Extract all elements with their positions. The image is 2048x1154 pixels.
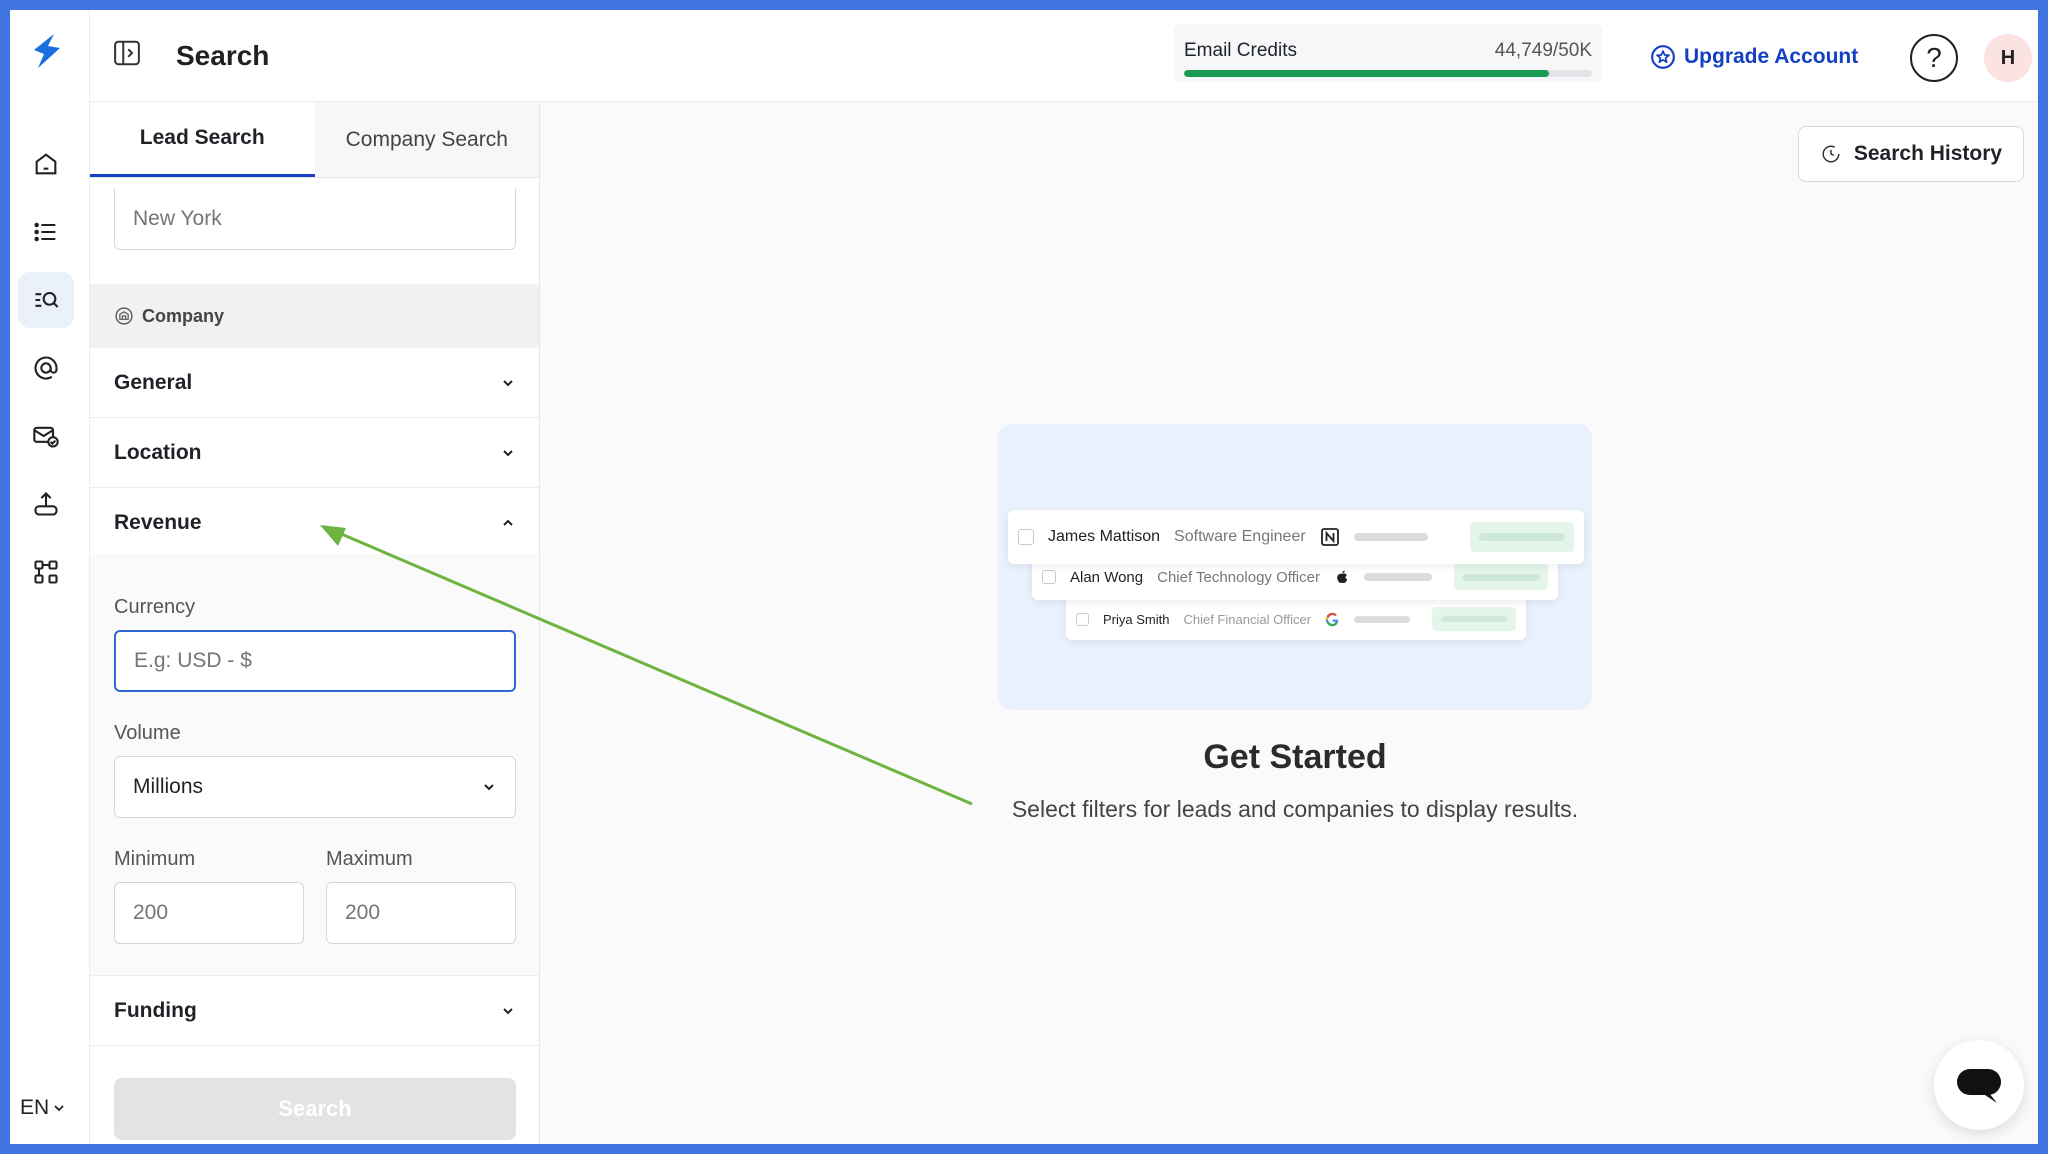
upload-icon[interactable] [18, 476, 74, 532]
section-funding[interactable]: Funding [90, 976, 539, 1046]
checkbox-icon [1076, 612, 1089, 626]
chat-bubble-icon [1957, 1069, 2001, 1103]
preview-name: Alan Wong [1070, 568, 1144, 586]
currency-label: Currency [114, 596, 196, 618]
search-history-label: Search History [1853, 142, 2003, 165]
mail-check-icon[interactable] [18, 408, 74, 464]
help-icon: ? [1926, 42, 1942, 73]
filter-panel: Lead Search Company Search Company Gener… [90, 102, 540, 1144]
help-button[interactable]: ? [1910, 34, 1958, 82]
search-tabs: Lead Search Company Search [90, 102, 539, 178]
preview-role: Chief Financial Officer [1183, 611, 1312, 627]
top-header: Search Email Credits 44,749/50K Upgrade … [90, 10, 2038, 102]
language-label: EN [20, 1096, 50, 1119]
upgrade-account-label: Upgrade Account [1684, 45, 1859, 68]
chevron-up-icon [503, 519, 513, 526]
preview-name: James Mattison [1048, 528, 1161, 545]
preview-role: Chief Technology Officer [1157, 568, 1320, 586]
preview-placeholder-pill [1432, 607, 1516, 631]
minimum-input[interactable] [114, 882, 304, 944]
lead-search-icon[interactable] [18, 272, 74, 328]
google-icon [1326, 612, 1339, 626]
preview-placeholder-bar [1363, 573, 1432, 581]
section-general[interactable]: General [90, 348, 539, 418]
avatar-initial: H [2000, 46, 2016, 69]
at-sign-icon[interactable] [18, 340, 74, 396]
volume-label: Volume [114, 722, 181, 744]
section-revenue-label: Revenue [114, 510, 202, 534]
preview-name: Priya Smith [1103, 611, 1170, 627]
section-general-label: General [114, 370, 193, 394]
home-icon[interactable] [18, 136, 74, 192]
avatar[interactable]: H [1984, 34, 2032, 82]
workflow-icon[interactable] [18, 544, 74, 600]
preview-row: James Mattison Software Engineer [1008, 510, 1584, 564]
upgrade-account-button[interactable]: Upgrade Account [1650, 44, 1858, 70]
page-title: Search [176, 40, 270, 71]
empty-state-title: Get Started [1203, 738, 1387, 776]
checkbox-icon [1018, 529, 1034, 545]
clock-history-icon [1822, 145, 1840, 163]
maximum-input[interactable] [326, 882, 516, 944]
preview-placeholder-bar [1353, 533, 1428, 541]
email-credits-widget: Email Credits 44,749/50K [1174, 24, 1602, 82]
empty-state-subtitle: Select filters for leads and companies t… [1011, 796, 1579, 822]
notion-icon [1320, 528, 1339, 546]
currency-input[interactable] [114, 630, 516, 692]
chevron-down-icon [503, 1007, 513, 1014]
search-history-button[interactable]: Search History [1798, 126, 2024, 182]
company-section-header: Company [90, 284, 539, 348]
credits-progress-fill [1184, 70, 1550, 77]
search-button[interactable]: Search [114, 1078, 516, 1140]
preview-row: Priya Smith Chief Financial Officer [1066, 598, 1526, 640]
chevron-down-icon [503, 379, 513, 386]
credits-value: 44,749/50K [1494, 40, 1592, 61]
sidebar-toggle-icon[interactable] [112, 38, 142, 68]
section-location[interactable]: Location [90, 418, 539, 488]
nav-rail: EN [10, 10, 90, 1144]
chevron-down-icon [54, 1105, 64, 1112]
company-icon [115, 307, 133, 325]
apple-icon [1337, 570, 1348, 584]
company-header-label: Company [142, 305, 225, 326]
section-funding-label: Funding [114, 998, 197, 1022]
preview-role: Software Engineer [1174, 528, 1306, 545]
credits-label: Email Credits [1184, 40, 1297, 61]
city-input[interactable] [114, 188, 516, 250]
volume-select[interactable]: Millions [114, 756, 516, 818]
chevron-down-icon [484, 784, 494, 791]
app-window: EN Search Email Credits 44,749/50K Upgra… [10, 10, 2038, 1144]
preview-placeholder-pill [1454, 564, 1548, 590]
checkbox-icon [1042, 570, 1056, 584]
empty-state-illustration: James Mattison Software Engineer Alan Wo… [998, 424, 1592, 710]
minimum-label: Minimum [114, 848, 196, 870]
section-revenue[interactable]: Revenue [90, 488, 539, 558]
chevron-down-icon [503, 449, 513, 456]
maximum-label: Maximum [326, 848, 413, 870]
chat-button[interactable] [1934, 1040, 2024, 1130]
volume-selected-value: Millions [133, 775, 204, 798]
badge-star-icon [1651, 45, 1675, 69]
section-location-label: Location [114, 440, 202, 464]
preview-placeholder-pill [1470, 522, 1574, 552]
tab-lead-search[interactable]: Lead Search [90, 102, 315, 177]
tab-company-search[interactable]: Company Search [314, 102, 539, 177]
preview-placeholder-bar [1354, 615, 1411, 623]
logo-icon[interactable] [26, 30, 68, 72]
language-selector[interactable]: EN [20, 1096, 65, 1120]
list-icon[interactable] [18, 204, 74, 260]
credits-progress-bar [1184, 70, 1592, 77]
